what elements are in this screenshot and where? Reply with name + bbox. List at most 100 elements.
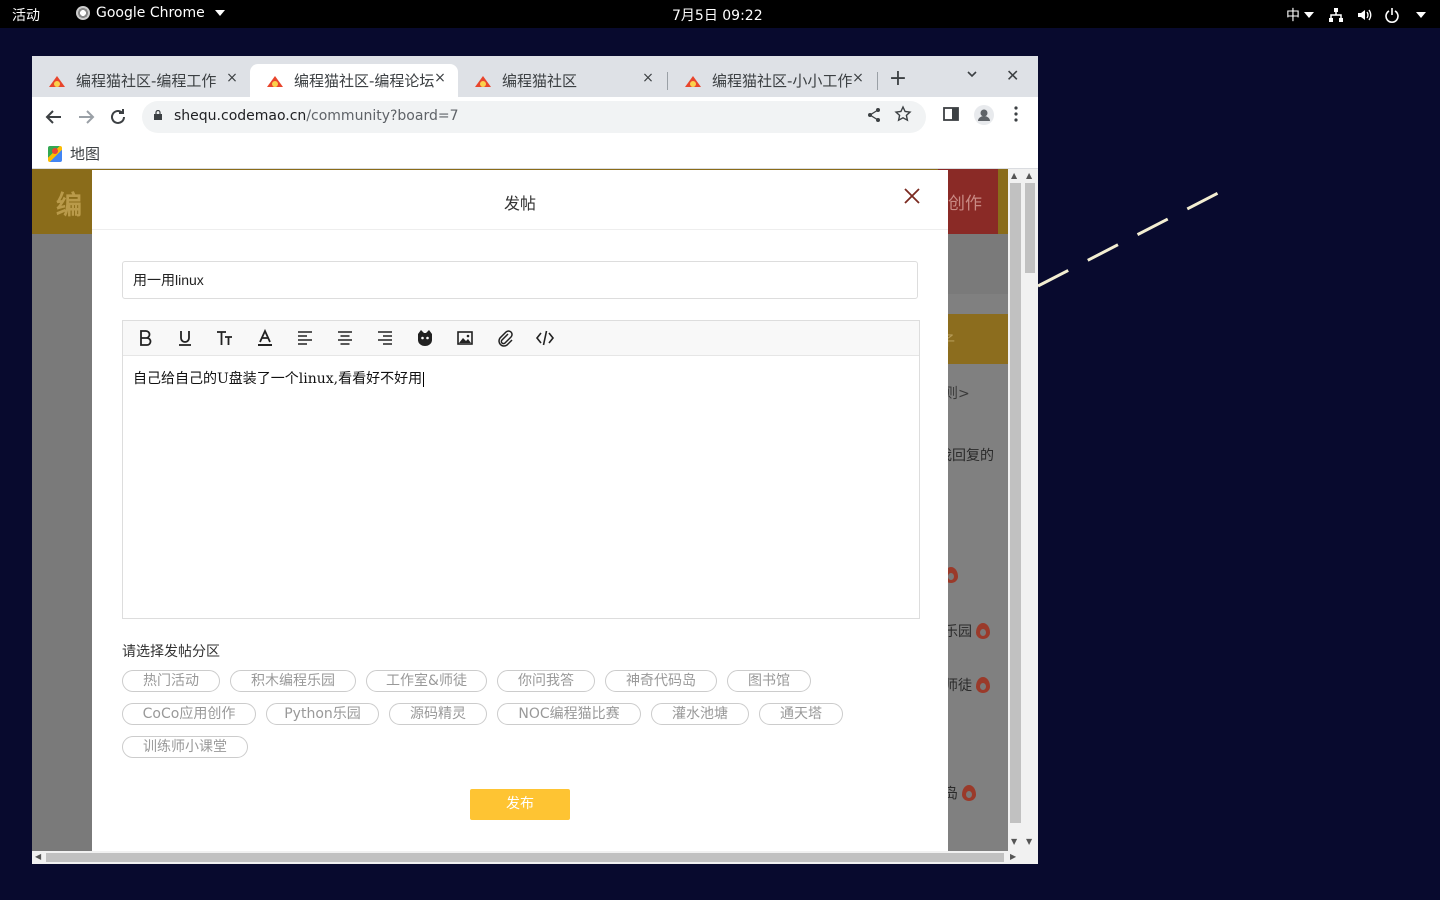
scroll-down-arrow-icon[interactable]: ▼ <box>1011 837 1017 846</box>
power-icon <box>1385 8 1399 23</box>
codemao-favicon-icon <box>475 75 491 87</box>
maps-icon <box>48 145 62 162</box>
post-title-input[interactable]: 用一用linux <box>122 261 918 299</box>
dialog-title: 发帖 <box>503 194 536 213</box>
board-chip[interactable]: 积木编程乐园 <box>230 670 356 692</box>
scroll-left-arrow-icon[interactable]: ◀ <box>35 852 41 861</box>
scroll-right-arrow-icon[interactable]: ▶ <box>1010 852 1016 861</box>
address-bar[interactable]: shequ.codemao.cn/community?board=7 <box>142 101 926 133</box>
horizontal-scrollbar[interactable]: ◀ ▶ <box>32 851 1038 864</box>
url-text[interactable]: shequ.codemao.cn/community?board=7 <box>174 108 458 124</box>
tab-1[interactable]: 编程猫社区-编程工作 × <box>32 64 250 97</box>
tab-2-active[interactable]: 编程猫社区-编程论坛 × <box>250 64 458 97</box>
hot-icon <box>962 785 976 801</box>
board-chip[interactable]: CoCo应用创作 <box>122 703 256 725</box>
tab-close-icon[interactable]: × <box>222 70 242 86</box>
window-close-button[interactable]: ✕ <box>1006 66 1019 85</box>
editor-content[interactable]: 自己给自己的U盘装了一个linux,看看好不好用 <box>133 368 424 388</box>
hot-item <box>944 567 1008 583</box>
align-right-icon[interactable] <box>375 328 395 348</box>
align-left-icon[interactable] <box>295 328 315 348</box>
underline-icon[interactable] <box>175 328 195 348</box>
board-chip[interactable]: 你问我答 <box>497 670 595 692</box>
more-menu-icon[interactable] <box>1008 105 1024 123</box>
scroll-up-arrow-icon[interactable]: ▲ <box>1011 171 1017 180</box>
reload-icon[interactable] <box>106 105 130 129</box>
code-icon[interactable] <box>535 328 555 348</box>
align-center-icon[interactable] <box>335 328 355 348</box>
vertical-scrollbars: ▲ ▲ ▼ ▼ <box>1008 169 1038 851</box>
tab-title: 编程猫社区-小小工作 <box>712 72 853 90</box>
attachment-icon[interactable] <box>495 328 515 348</box>
tab-search-chevron-icon[interactable] <box>966 68 978 80</box>
activities-button[interactable]: 活动 <box>12 5 40 25</box>
board-chip[interactable]: 训练师小课堂 <box>122 736 248 758</box>
chevron-down-icon <box>214 10 225 16</box>
chevron-down-icon <box>1416 12 1426 18</box>
chevron-down-icon <box>1304 12 1314 18</box>
tab-close-icon[interactable]: × <box>848 70 868 86</box>
publish-button[interactable]: 发布 <box>470 789 570 820</box>
cat-emoji-icon[interactable] <box>415 328 435 348</box>
rich-text-editor[interactable]: 自己给自己的U盘装了一个linux,看看好不好用 <box>122 320 920 619</box>
network-icon <box>1329 8 1343 22</box>
tab-3[interactable]: 编程猫社区 × <box>458 64 666 97</box>
board-chip[interactable]: 灌水池塘 <box>651 703 749 725</box>
bookmark-star-icon[interactable] <box>894 105 912 123</box>
board-chip[interactable]: NOC编程猫比赛 <box>497 703 641 725</box>
page-scrollbar-thumb[interactable] <box>1010 183 1021 823</box>
app-menu[interactable]: Google Chrome <box>76 5 225 21</box>
my-replies-tab: 我回复的 <box>938 448 994 464</box>
window-scrollbar-thumb[interactable] <box>1025 183 1035 273</box>
editor-toolbar <box>123 321 919 356</box>
board-chip[interactable]: 源码精灵 <box>389 703 487 725</box>
bookmark-label: 地图 <box>70 145 101 163</box>
close-icon[interactable] <box>902 186 922 206</box>
board-chip[interactable]: 热门活动 <box>122 670 220 692</box>
board-chip[interactable]: 工作室&师徒 <box>366 670 487 692</box>
image-icon[interactable] <box>455 328 475 348</box>
tab-strip: 编程猫社区-编程工作 × 编程猫社区-编程论坛 × 编程猫社区 × 编程猫社区-… <box>32 56 1038 97</box>
lock-icon[interactable] <box>154 110 162 120</box>
horizontal-scrollbar-thumb[interactable] <box>46 853 1004 862</box>
text-size-icon[interactable] <box>215 328 235 348</box>
board-chip[interactable]: 通天塔 <box>759 703 843 725</box>
share-icon[interactable] <box>866 107 882 123</box>
tab-separator <box>877 72 878 90</box>
forward-icon[interactable] <box>74 105 98 129</box>
tab-close-icon[interactable]: × <box>430 70 450 86</box>
scroll-down-arrow-icon[interactable]: ▼ <box>1026 837 1032 846</box>
dialog-header: 发帖 <box>92 170 948 230</box>
tab-4[interactable]: 编程猫社区-小小工作 × <box>668 64 876 97</box>
scroll-up-arrow-icon[interactable]: ▲ <box>1026 171 1032 180</box>
bookmark-maps[interactable]: 地图 <box>48 143 100 164</box>
input-method-menu[interactable]: 中 <box>1286 5 1314 25</box>
site-logo: 编 <box>56 191 83 221</box>
tab-title: 编程猫社区 <box>502 72 578 90</box>
tab-title: 编程猫社区-编程论坛 <box>294 72 435 90</box>
status-menu[interactable] <box>1328 7 1426 23</box>
hot-item-label: 乐园 <box>944 624 972 640</box>
hot-icon <box>976 677 990 693</box>
app-menu-label: Google Chrome <box>96 5 205 21</box>
bookmarks-bar: 地图 <box>32 137 1038 169</box>
font-color-icon[interactable] <box>255 328 275 348</box>
clock[interactable]: 7月5日 09:22 <box>672 5 763 25</box>
system-top-bar: 活动 Google Chrome 7月5日 09:22 中 <box>0 0 1440 28</box>
back-icon[interactable] <box>42 105 66 129</box>
browser-toolbar: shequ.codemao.cn/community?board=7 <box>32 97 1038 137</box>
volume-icon <box>1358 9 1372 21</box>
tab-close-icon[interactable]: × <box>638 70 658 86</box>
desktop-dashed-line <box>1037 188 1225 288</box>
hot-item: 师徒 <box>944 675 1008 695</box>
new-tab-button[interactable]: + <box>886 66 910 91</box>
board-chip[interactable]: Python乐园 <box>266 703 379 725</box>
hot-item: 乐园 <box>944 621 1008 641</box>
board-chip[interactable]: 神奇代码岛 <box>605 670 717 692</box>
codemao-favicon-icon <box>267 75 283 87</box>
new-post-dialog: 发帖 用一用linux 自己给自己的U盘装了一个linux,看看好不好用 请选择… <box>92 170 948 851</box>
bold-icon[interactable] <box>135 328 155 348</box>
side-panel-icon[interactable] <box>942 105 960 123</box>
board-chip[interactable]: 图书馆 <box>727 670 811 692</box>
profile-avatar-icon[interactable] <box>974 105 994 125</box>
